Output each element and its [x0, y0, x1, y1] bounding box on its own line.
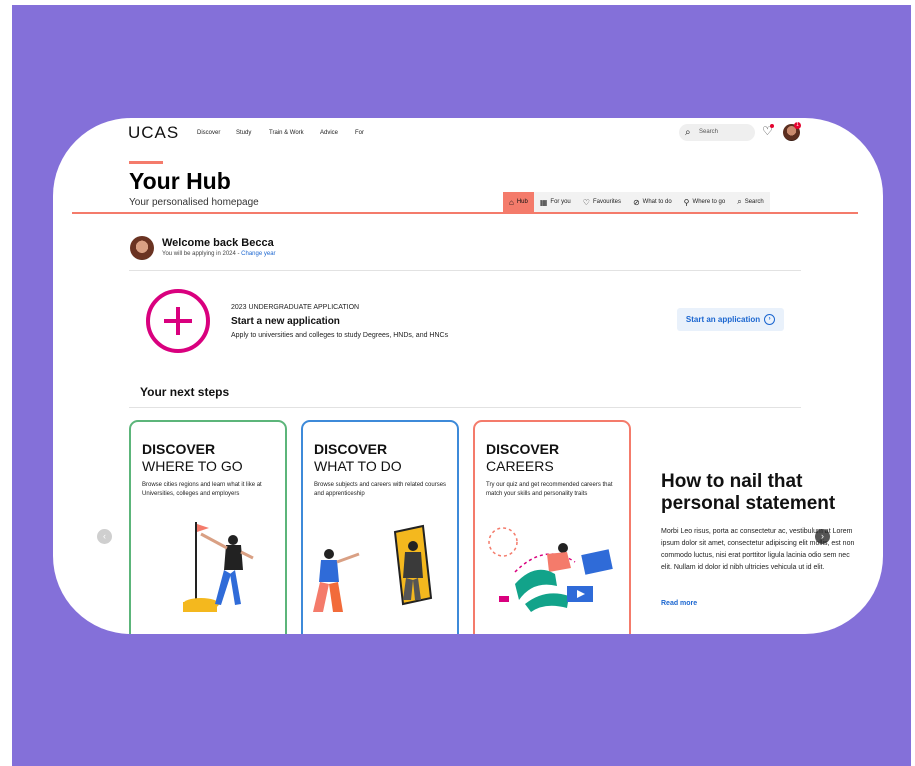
welcome-title: Welcome back Becca [162, 237, 274, 249]
home-icon: ⌂ [509, 197, 514, 207]
tab-favourites[interactable]: ♡ Favourites [576, 192, 627, 212]
header-divider [72, 212, 858, 214]
chevron-right-icon: › [764, 314, 776, 325]
tab-label: Search [744, 199, 764, 205]
favourites-dot [770, 124, 774, 128]
card-where-to-go[interactable]: DISCOVER WHERE TO GO Browse cities regio… [129, 420, 287, 634]
start-application-button[interactable]: Start an application › [677, 308, 784, 331]
card-description: Browse subjects and careers with related… [314, 482, 447, 497]
location-pin-icon: ⚲ [683, 197, 690, 207]
plus-circle-icon [146, 289, 210, 353]
compass-icon: ⊘ [632, 197, 640, 207]
tab-label: What to do [642, 199, 672, 205]
notification-badge: 1 [794, 122, 801, 129]
card-heading: DISCOVER [314, 441, 388, 457]
tab-label: Favourites [592, 199, 621, 205]
nav-advice[interactable]: Advice [320, 130, 338, 136]
applying-year-text: You will be applying in 2024 - [162, 251, 240, 257]
explorer-illustration [183, 522, 254, 612]
avatar[interactable]: 1 [783, 122, 801, 141]
search-icon: ⌕ [737, 197, 742, 206]
read-more-link[interactable]: Read more [661, 600, 697, 607]
nav-train-work[interactable]: Train & Work [269, 130, 304, 136]
heart-icon: ♡ [582, 197, 590, 207]
tab-where-to-go[interactable]: ⚲ Where to go [677, 192, 732, 212]
divider [129, 270, 801, 271]
favourites-heart-icon[interactable]: ♡ [762, 124, 774, 138]
page-subtitle: Your personalised homepage [129, 197, 259, 208]
card-description: Try our quiz and get recommended careers… [486, 482, 613, 497]
search-input[interactable]: ⌕ Search [679, 124, 755, 141]
hub-tabs: ⌂ Hub ▦ For you ♡ Favourites ⊘ What to do ⚲ W… [503, 192, 770, 212]
card-subheading: CAREERS [486, 458, 554, 474]
card-subheading: WHERE TO GO [142, 458, 243, 474]
card-careers[interactable]: DISCOVER CAREERS Try our quiz and get re… [473, 420, 631, 634]
card-subheading: WHAT TO DO [314, 458, 402, 474]
card-what-to-do[interactable]: DISCOVER WHAT TO DO Browse subjects and … [301, 420, 459, 634]
mirror-illustration [313, 524, 433, 612]
grid-icon: ▦ [539, 197, 548, 207]
application-overline: 2023 UNDERGRADUATE APPLICATION [231, 304, 360, 311]
tab-label: For you [550, 199, 571, 205]
divider [129, 407, 801, 408]
tab-label: Hub [516, 199, 528, 205]
start-application-label: Start an application [685, 315, 761, 324]
page-title: Your Hub [129, 168, 231, 194]
title-accent-bar [129, 161, 163, 164]
nav-discover[interactable]: Discover [197, 130, 220, 136]
application-description: Apply to universities and colleges to st… [231, 332, 449, 339]
card-heading: DISCOVER [142, 441, 216, 457]
tab-search[interactable]: ⌕ Search [731, 192, 770, 212]
carousel-prev-button[interactable]: ‹ [97, 529, 112, 544]
nav-for[interactable]: For [355, 130, 364, 136]
tab-what-to-do[interactable]: ⊘ What to do [626, 192, 678, 212]
tab-label: Where to go [692, 199, 726, 205]
application-title: Start a new application [231, 316, 340, 327]
browser-frame: UCAS Discover Study Train & Work Advice … [53, 118, 883, 634]
feature-body: Morbi Leo risus, porta ac consectetur ac… [661, 528, 855, 571]
nav-study[interactable]: Study [236, 130, 251, 136]
next-steps-heading: Your next steps [140, 385, 230, 399]
careers-illustration [488, 527, 613, 612]
card-heading: DISCOVER [486, 441, 560, 457]
ucas-logo[interactable]: UCAS [128, 123, 179, 143]
welcome-avatar [130, 236, 154, 260]
tab-hub[interactable]: ⌂ Hub [503, 192, 534, 212]
welcome-subtitle: You will be applying in 2024 - Change ye… [162, 251, 276, 257]
search-icon: ⌕ [685, 127, 691, 138]
tab-for-you[interactable]: ▦ For you [533, 192, 577, 212]
feature-title: How to nail that personal statement [661, 471, 836, 514]
card-description: Browse cities regions and learn what it … [142, 482, 262, 497]
search-placeholder: Search [699, 129, 719, 135]
change-year-link[interactable]: Change year [241, 251, 275, 257]
